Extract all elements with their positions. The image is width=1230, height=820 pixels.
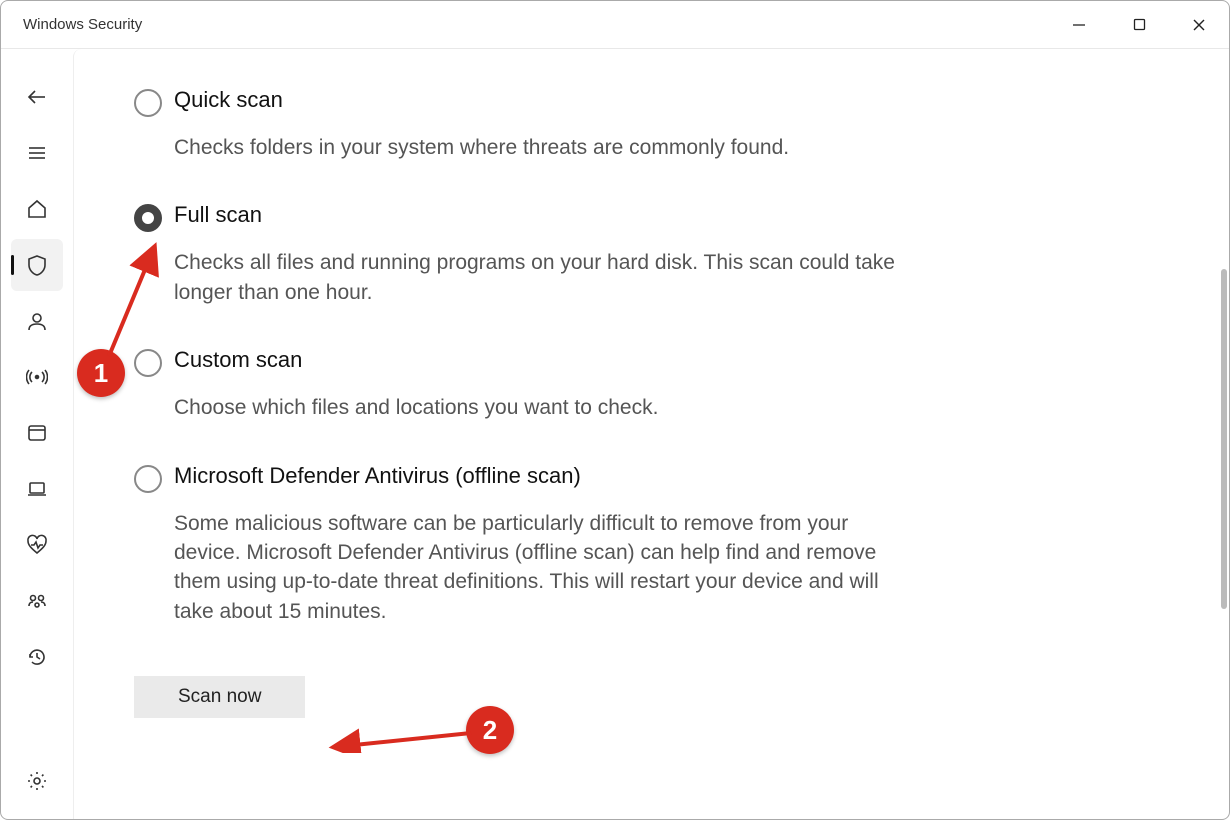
option-title: Full scan [174, 202, 914, 228]
scan-option-offline[interactable]: Microsoft Defender Antivirus (offline sc… [134, 463, 914, 627]
option-title: Quick scan [174, 87, 789, 113]
sidebar-item-home[interactable] [11, 183, 63, 235]
sidebar-item-virus-protection[interactable] [11, 239, 63, 291]
minimize-icon [1072, 18, 1086, 32]
sidebar-item-app-browser[interactable] [11, 407, 63, 459]
option-description: Checks folders in your system where thre… [174, 133, 789, 162]
scan-option-quick[interactable]: Quick scan Checks folders in your system… [134, 87, 914, 162]
sidebar-item-history[interactable] [11, 631, 63, 683]
account-icon [26, 310, 48, 332]
radio-quick[interactable] [134, 89, 162, 117]
family-icon [26, 590, 48, 612]
option-description: Choose which files and locations you wan… [174, 393, 658, 422]
option-description: Some malicious software can be particula… [174, 509, 914, 627]
sidebar-item-account[interactable] [11, 295, 63, 347]
heart-rate-icon [26, 534, 48, 556]
maximize-button[interactable] [1109, 1, 1169, 48]
sidebar-item-firewall[interactable] [11, 351, 63, 403]
shield-icon [26, 254, 48, 276]
option-description: Checks all files and running programs on… [174, 248, 914, 307]
radio-full[interactable] [134, 204, 162, 232]
titlebar: Windows Security [1, 1, 1229, 49]
hamburger-icon [26, 142, 48, 164]
laptop-icon [26, 478, 48, 500]
close-button[interactable] [1169, 1, 1229, 48]
sidebar-item-device-performance[interactable] [11, 519, 63, 571]
back-button[interactable] [11, 71, 63, 123]
sidebar-item-family[interactable] [11, 575, 63, 627]
close-icon [1192, 18, 1206, 32]
sidebar-item-settings[interactable] [11, 755, 63, 807]
broadcast-icon [26, 366, 48, 388]
minimize-button[interactable] [1049, 1, 1109, 48]
sidebar-item-device-security[interactable] [11, 463, 63, 515]
home-icon [26, 198, 48, 220]
sidebar [1, 49, 73, 819]
main-area: Quick scan Checks folders in your system… [1, 49, 1229, 819]
annotation-step-1: 1 [77, 349, 125, 397]
scrollbar[interactable] [1221, 269, 1227, 609]
scan-now-button[interactable]: Scan now [134, 676, 305, 718]
maximize-icon [1133, 18, 1146, 31]
radio-offline[interactable] [134, 465, 162, 493]
menu-button[interactable] [11, 127, 63, 179]
radio-custom[interactable] [134, 349, 162, 377]
content-wrap: Quick scan Checks folders in your system… [73, 49, 1229, 819]
scan-options-content: Quick scan Checks folders in your system… [74, 49, 1229, 819]
window-title: Windows Security [23, 16, 142, 33]
history-icon [26, 646, 48, 668]
option-title: Custom scan [174, 347, 658, 373]
annotation-step-2: 2 [466, 706, 514, 754]
browser-icon [26, 422, 48, 444]
scan-option-full[interactable]: Full scan Checks all files and running p… [134, 202, 914, 307]
window-controls [1049, 1, 1229, 48]
gear-icon [26, 770, 48, 792]
scan-option-custom[interactable]: Custom scan Choose which files and locat… [134, 347, 914, 422]
option-title: Microsoft Defender Antivirus (offline sc… [174, 463, 914, 489]
back-arrow-icon [26, 86, 48, 108]
